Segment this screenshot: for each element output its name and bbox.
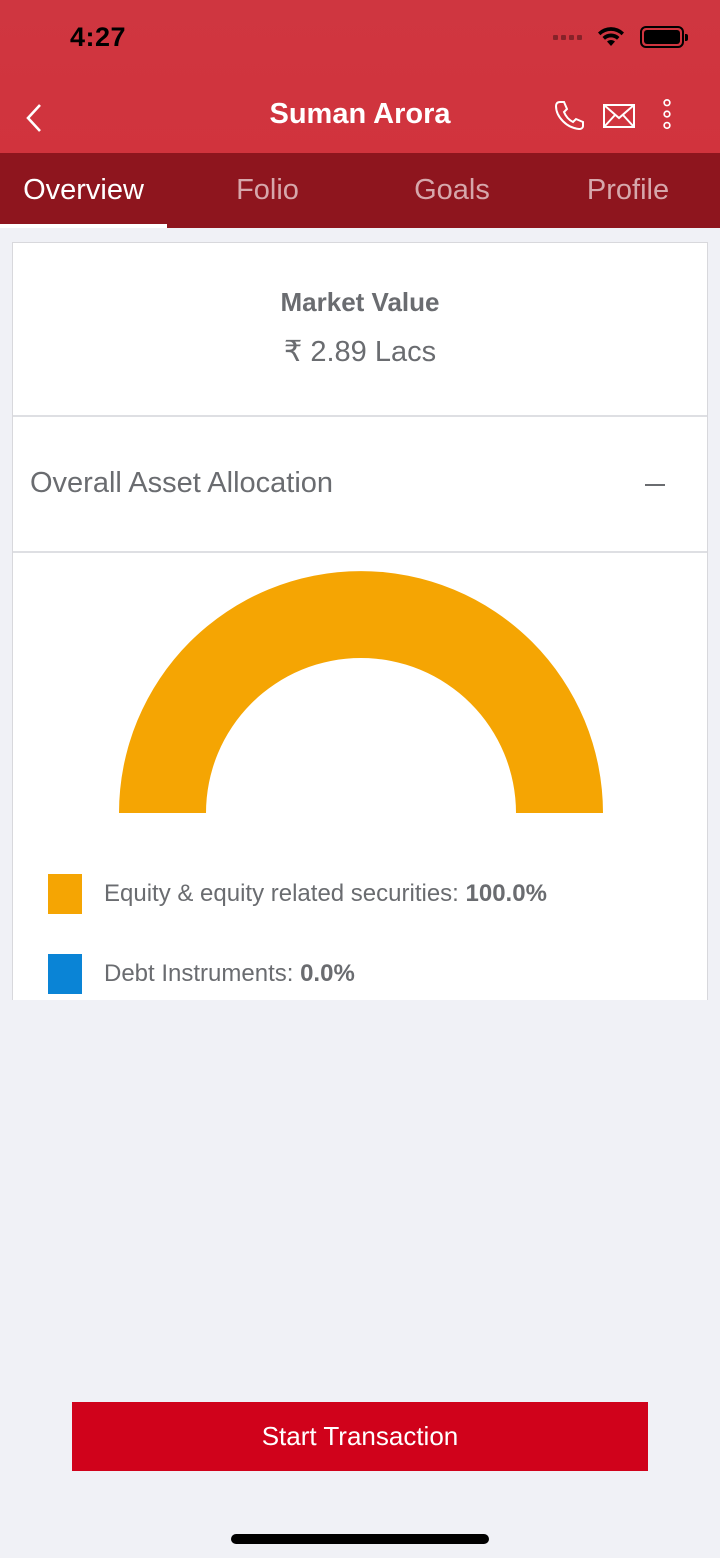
- tab-profile[interactable]: Profile: [536, 153, 720, 228]
- home-indicator: [231, 1534, 489, 1544]
- asset-allocation-header[interactable]: Overall Asset Allocation: [13, 417, 707, 553]
- legend-label-debt: Debt Instruments:: [104, 960, 301, 987]
- legend-text-equity: Equity & equity related securities: 100.…: [104, 880, 547, 908]
- legend-item-equity: Equity & equity related securities: 100.…: [48, 874, 547, 914]
- status-icons: [553, 26, 688, 48]
- phone-icon[interactable]: [552, 98, 586, 132]
- app-header: 4:27 Suman Arora: [0, 0, 720, 153]
- legend-swatch-debt: [48, 954, 82, 994]
- legend-value-equity: 100.0%: [465, 880, 547, 907]
- legend-text-debt: Debt Instruments: 0.0%: [104, 960, 355, 988]
- collapse-minus-icon[interactable]: [645, 477, 667, 493]
- start-transaction-button[interactable]: Start Transaction: [72, 1402, 648, 1471]
- legend-label-equity: Equity & equity related securities:: [104, 880, 466, 907]
- market-value-section: Market Value ₹ 2.89 Lacs: [13, 243, 707, 417]
- tab-goals[interactable]: Goals: [368, 153, 536, 228]
- battery-icon: [640, 26, 688, 48]
- asset-allocation-title: Overall Asset Allocation: [30, 467, 334, 499]
- market-value-label: Market Value: [280, 287, 440, 317]
- tab-bar: Overview Folio Goals Profile: [0, 153, 720, 228]
- tab-overview[interactable]: Overview: [0, 153, 167, 228]
- mail-icon[interactable]: [602, 100, 636, 134]
- legend-swatch-equity: [48, 874, 82, 914]
- wifi-icon: [598, 27, 624, 46]
- chart-slice-equity-equity-related-securities: [119, 571, 603, 813]
- legend-item-debt: Debt Instruments: 0.0%: [48, 954, 355, 994]
- asset-allocation-chart: [119, 571, 603, 813]
- overview-card: Market Value ₹ 2.89 Lacs Overall Asset A…: [12, 242, 708, 1000]
- market-value-amount: ₹ 2.89 Lacs: [283, 336, 437, 368]
- tab-folio[interactable]: Folio: [167, 153, 368, 228]
- more-options-icon[interactable]: [658, 98, 676, 132]
- status-time: 4:27: [70, 22, 127, 52]
- cellular-signal-icon: [553, 34, 582, 40]
- legend-value-debt: 0.0%: [300, 960, 355, 987]
